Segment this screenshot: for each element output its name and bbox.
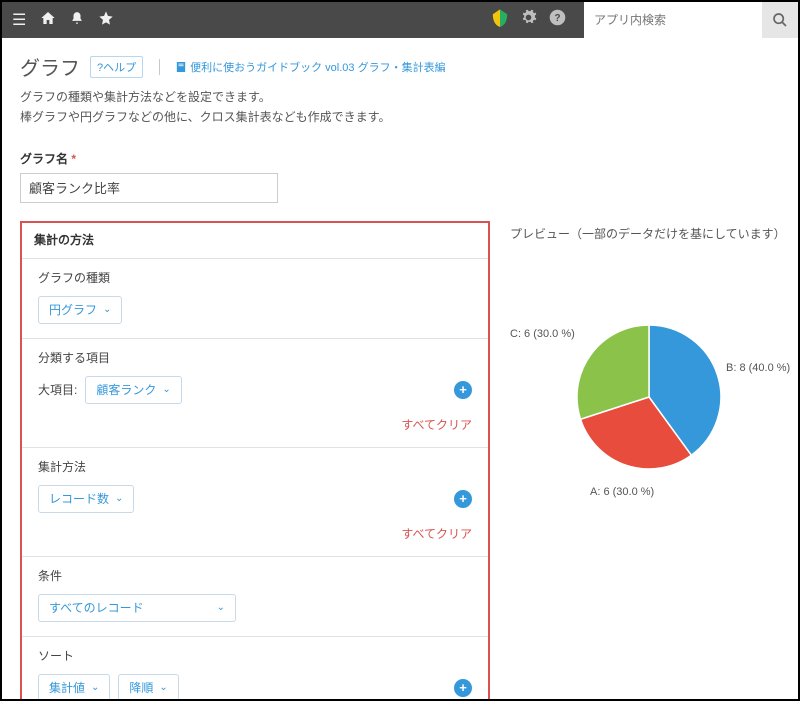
pie-svg xyxy=(574,322,724,472)
sort-order-dropdown[interactable]: 降順⌄ xyxy=(118,674,178,701)
graph-name-input[interactable] xyxy=(20,173,278,203)
shield-icon[interactable] xyxy=(492,9,508,32)
condition-dropdown[interactable]: すべてのレコード⌄ xyxy=(38,594,236,622)
chevron-down-icon: ⌄ xyxy=(115,493,123,504)
sort-label: ソート xyxy=(38,647,472,664)
search-button[interactable] xyxy=(762,2,798,38)
aggregation-panel: 集計の方法 グラフの種類 円グラフ⌄ 分類する項目 大項目: xyxy=(20,221,490,701)
help-link[interactable]: ?ヘルプ xyxy=(90,56,143,78)
group-prefix: 大項目: xyxy=(38,381,77,398)
divider xyxy=(159,59,160,75)
slice-label-a: A: 6 (30.0 %) xyxy=(590,486,654,498)
guidebook-link-label: 便利に使おうガイドブック vol.03 グラフ・集計表編 xyxy=(190,59,445,75)
gear-icon[interactable] xyxy=(520,9,537,31)
page-description: グラフの種類や集計方法などを設定できます。 棒グラフや円グラフなどの他に、クロス… xyxy=(20,87,780,128)
condition-label: 条件 xyxy=(38,567,472,584)
chart-type-label: グラフの種類 xyxy=(38,269,472,286)
sort-field-dropdown[interactable]: 集計値⌄ xyxy=(38,674,110,701)
guidebook-link[interactable]: 便利に使おうガイドブック vol.03 グラフ・集計表編 xyxy=(176,59,445,75)
chevron-down-icon: ⌄ xyxy=(217,602,225,613)
search-input[interactable] xyxy=(584,2,762,38)
slice-label-b: B: 8 (40.0 %) xyxy=(726,362,790,374)
svg-text:?: ? xyxy=(554,13,560,24)
menu-icon[interactable]: ☰ xyxy=(12,10,26,30)
preview-label: プレビュー（一部のデータだけを基にしています） xyxy=(510,225,780,242)
topbar: ☰ ? xyxy=(2,2,798,38)
aggregation-method-dropdown[interactable]: レコード数⌄ xyxy=(38,485,134,513)
chevron-down-icon: ⌄ xyxy=(91,682,99,693)
group-by-label: 分類する項目 xyxy=(38,349,472,366)
chevron-down-icon: ⌄ xyxy=(162,384,170,395)
clear-group-link[interactable]: すべてクリア xyxy=(38,416,472,433)
add-group-button[interactable]: + xyxy=(454,381,472,399)
chevron-down-icon: ⌄ xyxy=(103,304,111,315)
clear-aggregation-link[interactable]: すべてクリア xyxy=(38,525,472,542)
chart-type-dropdown[interactable]: 円グラフ⌄ xyxy=(38,296,122,324)
page-title: グラフ xyxy=(20,52,80,81)
group-field-dropdown[interactable]: 顧客ランク⌄ xyxy=(85,376,181,404)
add-aggregation-button[interactable]: + xyxy=(454,490,472,508)
help-icon[interactable]: ? xyxy=(549,9,566,31)
slice-label-c: C: 6 (30.0 %) xyxy=(510,328,575,340)
aggregation-method-label: 集計方法 xyxy=(38,458,472,475)
bell-icon[interactable] xyxy=(70,10,84,31)
book-icon xyxy=(176,61,186,73)
home-icon[interactable] xyxy=(40,10,56,31)
star-icon[interactable] xyxy=(98,10,114,31)
search-box xyxy=(584,2,798,38)
add-sort-button[interactable]: + xyxy=(454,679,472,697)
chevron-down-icon: ⌄ xyxy=(159,682,167,693)
aggregation-header: 集計の方法 xyxy=(22,223,488,258)
graph-name-label: グラフ名 * xyxy=(20,150,780,167)
pie-chart: B: 8 (40.0 %) A: 6 (30.0 %) C: 6 (30.0 %… xyxy=(510,292,780,532)
